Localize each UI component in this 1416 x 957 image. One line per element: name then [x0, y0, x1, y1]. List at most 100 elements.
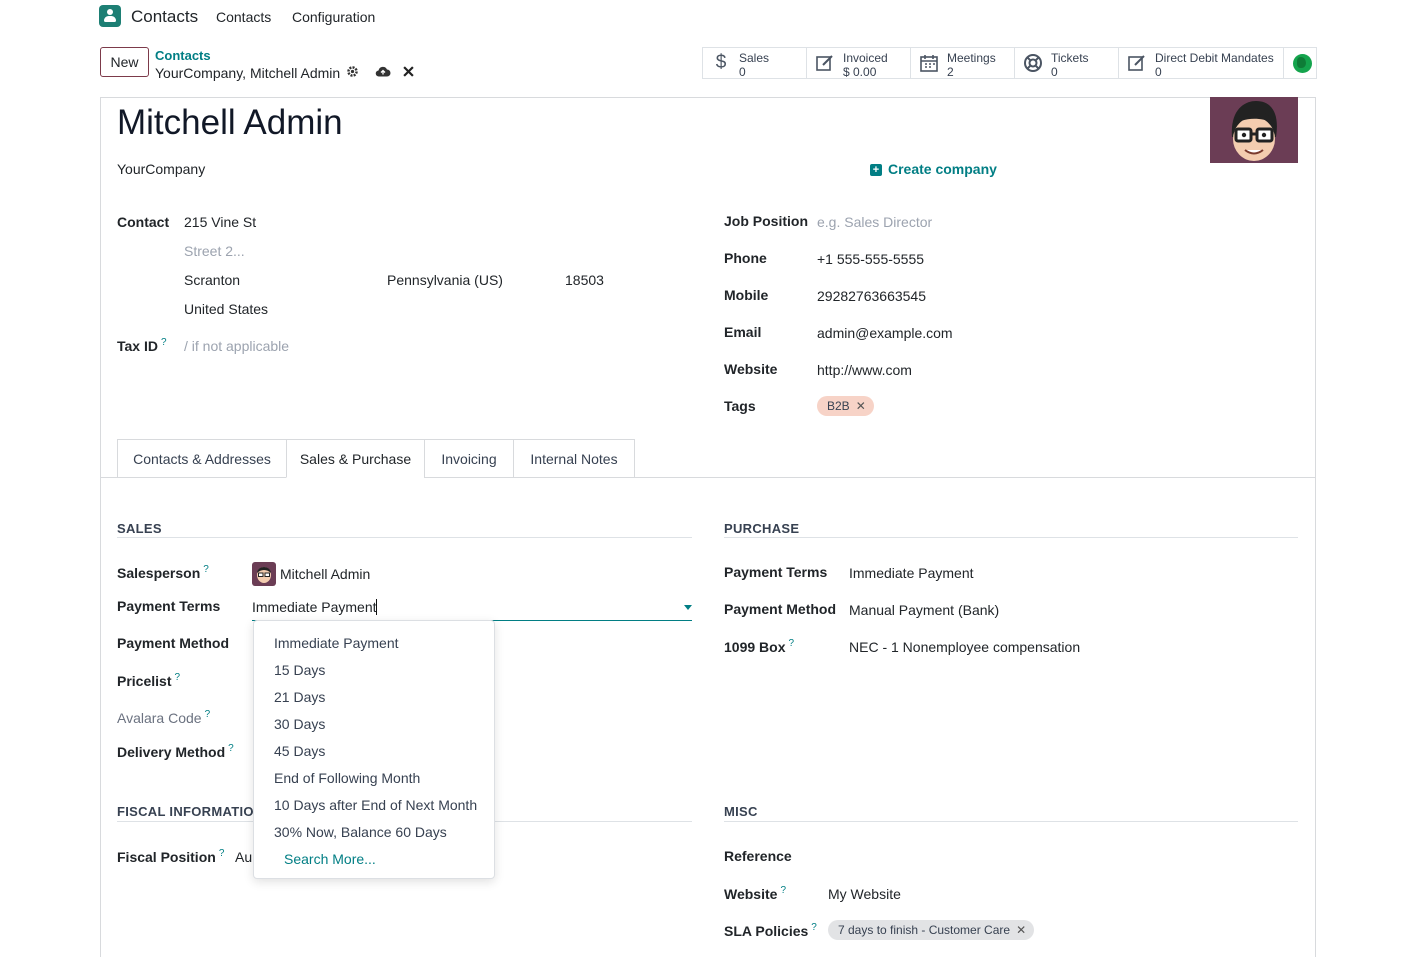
- close-icon[interactable]: [403, 65, 414, 80]
- salesperson-label: Salesperson?: [117, 564, 209, 581]
- sla-policies-label: SLA Policies?: [724, 922, 817, 939]
- street2-field[interactable]: Street 2...: [184, 243, 245, 259]
- new-button[interactable]: New: [100, 47, 149, 77]
- misc-website-field[interactable]: My Website: [828, 886, 901, 902]
- breadcrumb-current: YourCompany, Mitchell Admin: [155, 65, 341, 81]
- job-position-field[interactable]: e.g. Sales Director: [817, 214, 932, 230]
- payment-terms-input[interactable]: Immediate Payment: [252, 598, 692, 621]
- globe-icon[interactable]: [1293, 54, 1312, 73]
- tab-invoicing[interactable]: Invoicing: [424, 439, 514, 478]
- partner-name[interactable]: Mitchell Admin: [117, 103, 343, 143]
- help-icon[interactable]: ?: [228, 743, 234, 754]
- state-field[interactable]: Pennsylvania (US): [387, 272, 503, 288]
- text-cursor: [376, 599, 377, 615]
- country-field[interactable]: United States: [184, 301, 268, 317]
- smart-button-direct-debit[interactable]: Direct Debit Mandates 0: [1118, 47, 1284, 79]
- smart-button-title: Meetings: [947, 51, 996, 65]
- dropdown-option[interactable]: 10 Days after End of Next Month: [274, 797, 477, 813]
- close-icon[interactable]: ✕: [1016, 923, 1026, 937]
- help-icon[interactable]: ?: [205, 709, 211, 720]
- dropdown-option[interactable]: Immediate Payment: [274, 635, 399, 651]
- smart-button-title: Tickets: [1051, 51, 1089, 65]
- sla-tag[interactable]: 7 days to finish - Customer Care ✕: [828, 920, 1035, 940]
- salesperson-field[interactable]: Mitchell Admin: [280, 566, 370, 582]
- partner-company[interactable]: YourCompany: [117, 161, 205, 177]
- tax-id-label-text: Tax ID: [117, 338, 158, 354]
- help-icon[interactable]: ?: [780, 885, 786, 896]
- reference-label: Reference: [724, 848, 792, 864]
- tax-id-field[interactable]: / if not applicable: [184, 338, 289, 354]
- purchase-section-title: PURCHASE: [724, 521, 800, 536]
- help-icon[interactable]: ?: [174, 672, 180, 683]
- help-icon[interactable]: ?: [219, 848, 225, 859]
- dropdown-option[interactable]: 21 Days: [274, 689, 325, 705]
- plus-icon: +: [870, 164, 882, 176]
- help-icon[interactable]: ?: [203, 564, 209, 575]
- smart-button-title: Direct Debit Mandates: [1155, 51, 1274, 65]
- app-logo-icon[interactable]: [99, 5, 121, 27]
- app-name[interactable]: Contacts: [131, 7, 198, 27]
- fiscal-section-title: FISCAL INFORMATION: [117, 804, 264, 819]
- payment-terms-value: Immediate Payment: [252, 599, 377, 615]
- smart-button-value: 0: [739, 65, 746, 79]
- dropdown-option[interactable]: 30% Now, Balance 60 Days: [274, 824, 447, 840]
- menu-configuration[interactable]: Configuration: [292, 9, 375, 25]
- smart-button-sales[interactable]: $ Sales 0: [702, 47, 807, 79]
- street-field[interactable]: 215 Vine St: [184, 214, 256, 230]
- contact-label: Contact: [117, 214, 170, 230]
- delivery-method-label: Delivery Method?: [117, 743, 234, 760]
- cloud-upload-icon[interactable]: [375, 65, 391, 81]
- tab-contacts-addresses[interactable]: Contacts & Addresses: [117, 439, 287, 478]
- breadcrumb-contacts[interactable]: Contacts: [155, 48, 211, 63]
- help-icon[interactable]: ?: [161, 337, 167, 348]
- avalara-label-text: Avalara Code: [117, 710, 202, 726]
- sales-divider: [117, 537, 692, 538]
- tab-sales-purchase[interactable]: Sales & Purchase: [286, 439, 425, 478]
- payment-method-label: Payment Method: [117, 635, 230, 651]
- website-field[interactable]: http://www.com: [817, 362, 912, 378]
- misc-website-label-text: Website: [724, 886, 778, 902]
- avatar[interactable]: [1210, 97, 1298, 163]
- phone-field[interactable]: +1 555-555-5555: [817, 251, 924, 267]
- fiscal-position-field[interactable]: Au: [235, 849, 252, 865]
- dropdown-option[interactable]: End of Following Month: [274, 770, 420, 786]
- smart-button-meetings[interactable]: Meetings 2: [910, 47, 1015, 79]
- zip-field[interactable]: 18503: [565, 272, 604, 288]
- smart-button-value: 2: [947, 65, 954, 79]
- city-field[interactable]: Scranton: [184, 272, 240, 288]
- dropdown-option[interactable]: 45 Days: [274, 743, 325, 759]
- chevron-down-icon[interactable]: [684, 605, 692, 610]
- purchase-payment-terms-field[interactable]: Immediate Payment: [849, 565, 974, 581]
- misc-divider: [724, 821, 1298, 822]
- box-1099-label-text: 1099 Box: [724, 639, 786, 655]
- tag-b2b[interactable]: B2B ✕: [817, 396, 874, 416]
- edit-icon: [815, 53, 835, 73]
- misc-section-title: MISC: [724, 804, 758, 819]
- close-icon[interactable]: ✕: [856, 399, 866, 413]
- smart-button-value: $ 0.00: [843, 65, 877, 79]
- fiscal-position-label: Fiscal Position?: [117, 848, 224, 865]
- gear-icon[interactable]: [346, 65, 359, 81]
- purchase-payment-method-field[interactable]: Manual Payment (Bank): [849, 602, 999, 618]
- email-label: Email: [724, 324, 762, 340]
- purchase-payment-method-label: Payment Method: [724, 601, 837, 617]
- menu-contacts[interactable]: Contacts: [216, 9, 271, 25]
- search-more-link[interactable]: Search More...: [284, 851, 376, 867]
- mobile-field[interactable]: 29282763663545: [817, 288, 926, 304]
- dropdown-option[interactable]: 30 Days: [274, 716, 325, 732]
- smart-button-invoiced[interactable]: Invoiced $ 0.00: [806, 47, 911, 79]
- create-company-button[interactable]: + Create company: [870, 161, 997, 177]
- payment-terms-label: Payment Terms: [117, 598, 221, 614]
- mobile-label: Mobile: [724, 287, 769, 303]
- smart-button-tickets[interactable]: Tickets 0: [1014, 47, 1119, 79]
- help-icon[interactable]: ?: [811, 922, 817, 933]
- box-1099-field[interactable]: NEC - 1 Nonemployee compensation: [849, 639, 1080, 655]
- help-icon[interactable]: ?: [788, 638, 794, 649]
- email-field[interactable]: admin@example.com: [817, 325, 953, 341]
- lifebuoy-icon: [1023, 53, 1043, 73]
- pricelist-label: Pricelist?: [117, 672, 180, 689]
- payment-terms-dropdown: Immediate Payment 15 Days 21 Days 30 Day…: [253, 620, 495, 879]
- tab-internal-notes[interactable]: Internal Notes: [513, 439, 635, 478]
- job-position-label: Job Position: [724, 213, 808, 229]
- dropdown-option[interactable]: 15 Days: [274, 662, 325, 678]
